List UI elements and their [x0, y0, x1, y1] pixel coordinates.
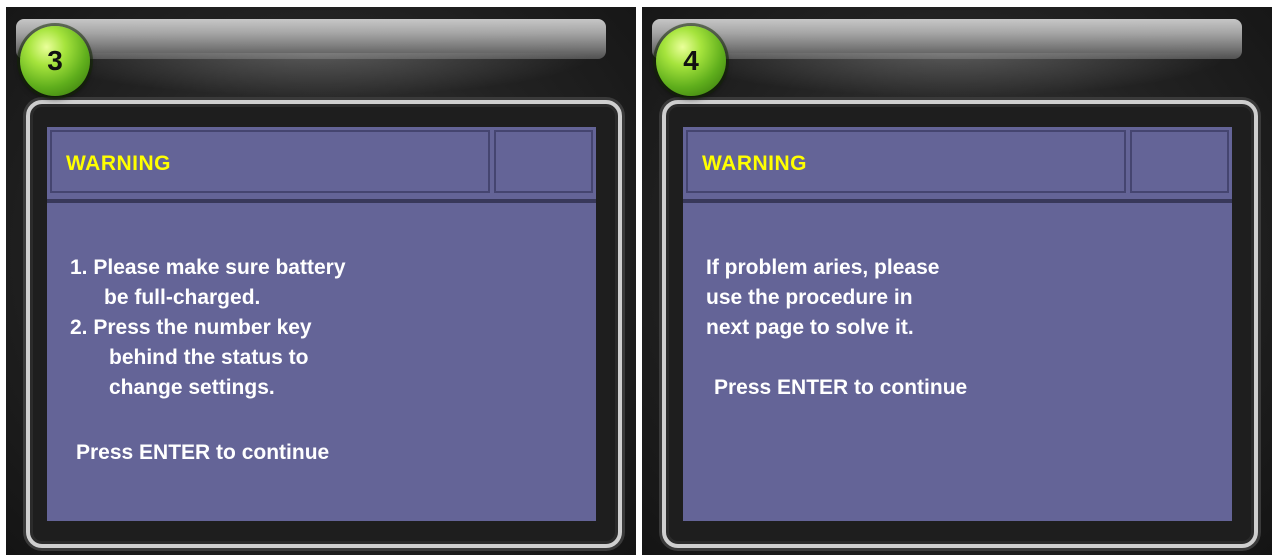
step-badge: 4: [656, 26, 726, 96]
instruction-line: next page to solve it.: [706, 316, 914, 339]
lcd-screen: WARNING If problem aries, please use the…: [683, 127, 1232, 521]
title-side-cell: [494, 130, 593, 193]
title-row: WARNING: [47, 127, 596, 203]
instruction-line: 2. Press the number key: [70, 316, 312, 339]
step-number: 3: [47, 45, 63, 76]
bezel-glow: [672, 53, 1232, 97]
step-panel-4: 4 WARNING If problem aries, please use t…: [642, 7, 1272, 555]
title-cell: WARNING: [686, 130, 1126, 193]
instruction-line: If problem aries, please: [706, 256, 940, 279]
title-row: WARNING: [683, 127, 1232, 203]
step-number: 4: [683, 45, 699, 76]
instruction-line: change settings.: [109, 376, 275, 399]
step-panels: 3 WARNING 1. Please make sure battery be…: [0, 0, 1276, 558]
title-side-cell: [1130, 130, 1229, 193]
warning-title: WARNING: [702, 152, 807, 175]
instruction-line: be full-charged.: [104, 286, 261, 309]
step-badge: 3: [20, 26, 90, 96]
instruction-line: use the procedure in: [706, 286, 913, 309]
instruction-line: 1. Please make sure battery: [70, 256, 346, 279]
continue-prompt: Press ENTER to continue: [714, 376, 968, 399]
instruction-line: behind the status to: [109, 346, 309, 369]
lcd-screen: WARNING 1. Please make sure battery be f…: [47, 127, 596, 521]
bezel-glow: [36, 53, 596, 97]
title-cell: WARNING: [50, 130, 490, 193]
continue-prompt: Press ENTER to continue: [76, 441, 330, 464]
step-panel-3: 3 WARNING 1. Please make sure battery be…: [6, 7, 636, 555]
warning-title: WARNING: [66, 152, 171, 175]
